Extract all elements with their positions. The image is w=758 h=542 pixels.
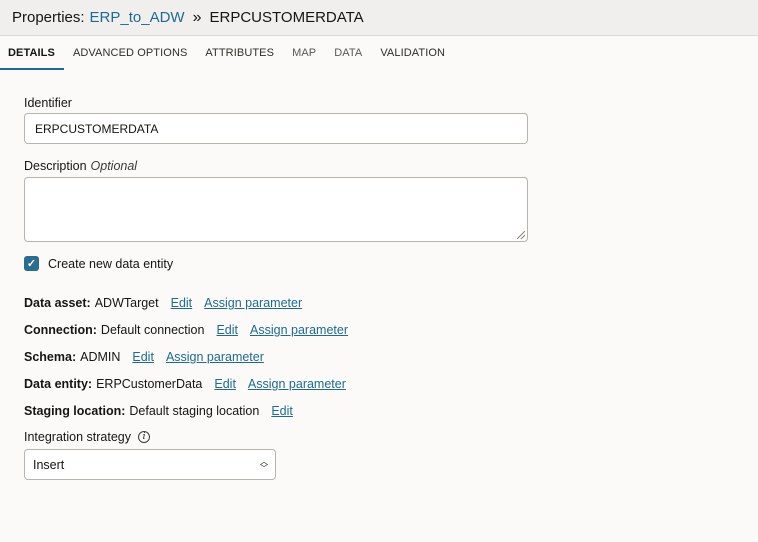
tab-data[interactable]: DATA: [325, 36, 371, 70]
tab-attributes[interactable]: ATTRIBUTES: [196, 36, 283, 70]
identifier-input[interactable]: ERPCUSTOMERDATA: [24, 113, 528, 144]
data-entity-edit-link[interactable]: Edit: [214, 377, 236, 391]
connection-edit-link[interactable]: Edit: [216, 323, 238, 337]
check-icon: ✓: [26, 258, 37, 270]
data-entity-key: Data entity:: [24, 377, 93, 391]
create-entity-label: Create new data entity: [48, 256, 174, 271]
data-asset-key: Data asset:: [24, 296, 91, 310]
staging-location-value: Default staging location: [129, 404, 260, 418]
data-asset-assign-link[interactable]: Assign parameter: [204, 296, 302, 310]
tab-validation[interactable]: VALIDATION: [371, 36, 454, 70]
description-label: Description Optional: [24, 159, 137, 173]
integration-strategy-label: Integration strategy i: [24, 430, 151, 444]
data-asset-edit-link[interactable]: Edit: [171, 296, 193, 310]
schema-assign-link[interactable]: Assign parameter: [166, 350, 264, 364]
header-title: ERPCUSTOMERDATA: [209, 9, 364, 26]
tab-map[interactable]: MAP: [283, 36, 325, 70]
connection-value: Default connection: [100, 323, 205, 337]
connection-key: Connection:: [24, 323, 97, 337]
description-textarea[interactable]: [24, 177, 528, 242]
connection-row: Connection: Default connection Edit Assi…: [24, 323, 348, 337]
identifier-value: ERPCUSTOMERDATA: [35, 121, 159, 136]
schema-row: Schema: ADMIN Edit Assign parameter: [24, 350, 264, 364]
breadcrumb-separator: »: [192, 8, 202, 26]
integration-strategy-label-text: Integration strategy: [24, 430, 132, 444]
staging-location-key: Staging location:: [24, 404, 126, 418]
description-optional: Optional: [90, 159, 138, 173]
tab-details[interactable]: DETAILS: [0, 36, 64, 70]
connection-assign-link[interactable]: Assign parameter: [250, 323, 348, 337]
data-asset-row: Data asset: ADWTarget Edit Assign parame…: [24, 296, 302, 310]
staging-location-edit-link[interactable]: Edit: [271, 404, 293, 418]
schema-value: ADMIN: [80, 350, 121, 364]
description-label-text: Description: [24, 159, 87, 173]
schema-edit-link[interactable]: Edit: [132, 350, 154, 364]
data-entity-row: Data entity: ERPCustomerData Edit Assign…: [24, 377, 346, 391]
tab-advanced-options[interactable]: ADVANCED OPTIONS: [64, 36, 196, 70]
info-icon[interactable]: i: [138, 431, 151, 443]
data-asset-value: ADWTarget: [94, 296, 159, 310]
chevron-updown-icon: ︿ ﹀: [260, 456, 268, 473]
properties-header: Properties: ERP_to_ADW » ERPCUSTOMERDATA: [0, 0, 758, 36]
tab-bar: DETAILS ADVANCED OPTIONS ATTRIBUTES MAP …: [0, 36, 758, 70]
task-link[interactable]: ERP_to_ADW: [90, 9, 185, 26]
create-entity-row: ✓ Create new data entity: [24, 256, 173, 271]
resize-grip-icon[interactable]: [517, 231, 525, 239]
integration-strategy-value: Insert: [33, 457, 65, 472]
create-entity-checkbox[interactable]: ✓: [24, 256, 39, 271]
schema-key: Schema:: [24, 350, 77, 364]
integration-strategy-select[interactable]: Insert ︿ ﹀: [24, 449, 276, 480]
data-entity-assign-link[interactable]: Assign parameter: [248, 377, 346, 391]
identifier-label: Identifier: [24, 96, 72, 110]
data-entity-value: ERPCustomerData: [96, 377, 203, 391]
header-prefix: Properties:: [12, 9, 85, 26]
staging-location-row: Staging location: Default staging locati…: [24, 404, 293, 418]
